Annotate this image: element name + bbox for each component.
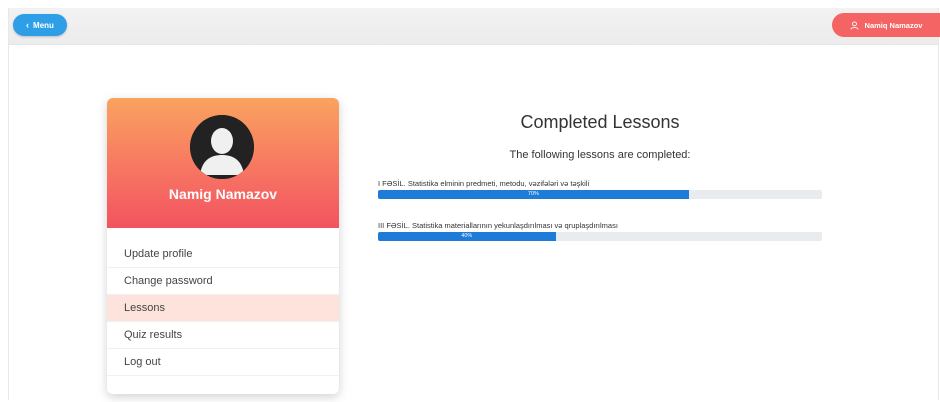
menu-item-update-profile[interactable]: Update profile	[107, 241, 339, 268]
lesson-title: III FƏSİL. Statistika materiallarının ye…	[378, 221, 618, 230]
profile-card: Namig Namazov Update profile Change pass…	[107, 98, 339, 394]
profile-header: Namig Namazov	[107, 98, 339, 228]
progress-bar: 70%	[378, 190, 822, 199]
menu-button-label: Menu	[33, 20, 54, 30]
top-bar: ‹ Menu Namiq Namazov	[9, 8, 940, 45]
user-name-label: Namiq Namazov	[864, 20, 923, 30]
progress-fill: 40%	[378, 232, 556, 241]
page-subtitle: The following lessons are completed:	[509, 149, 691, 161]
user-icon	[849, 20, 859, 30]
menu-item-lessons[interactable]: Lessons	[107, 295, 339, 322]
app-window: ‹ Menu Namiq Namazov Namig Namazov Updat…	[8, 8, 940, 400]
menu-item-quiz-results[interactable]: Quiz results	[107, 322, 339, 349]
lesson-item: III FƏSİL. Statistika materiallarının ye…	[378, 220, 822, 241]
lesson-title: I FƏSİL. Statistika elminin predmeti, me…	[378, 179, 590, 188]
chevron-left-icon: ‹	[26, 19, 30, 30]
progress-bar: 40%	[378, 232, 822, 241]
menu-item-log-out[interactable]: Log out	[107, 349, 339, 376]
profile-name: Namig Namazov	[168, 186, 278, 202]
lesson-item: I FƏSİL. Statistika elminin predmeti, me…	[378, 178, 822, 199]
progress-fill: 70%	[378, 190, 689, 199]
menu-button[interactable]: ‹ Menu	[13, 14, 67, 36]
user-account-button[interactable]: Namiq Namazov	[832, 13, 940, 37]
page-title: Completed Lessons	[520, 112, 680, 132]
avatar	[190, 115, 254, 179]
menu-item-change-password[interactable]: Change password	[107, 268, 339, 295]
avatar-silhouette-icon	[190, 115, 254, 179]
profile-menu: Update profile Change password Lessons Q…	[107, 241, 339, 376]
